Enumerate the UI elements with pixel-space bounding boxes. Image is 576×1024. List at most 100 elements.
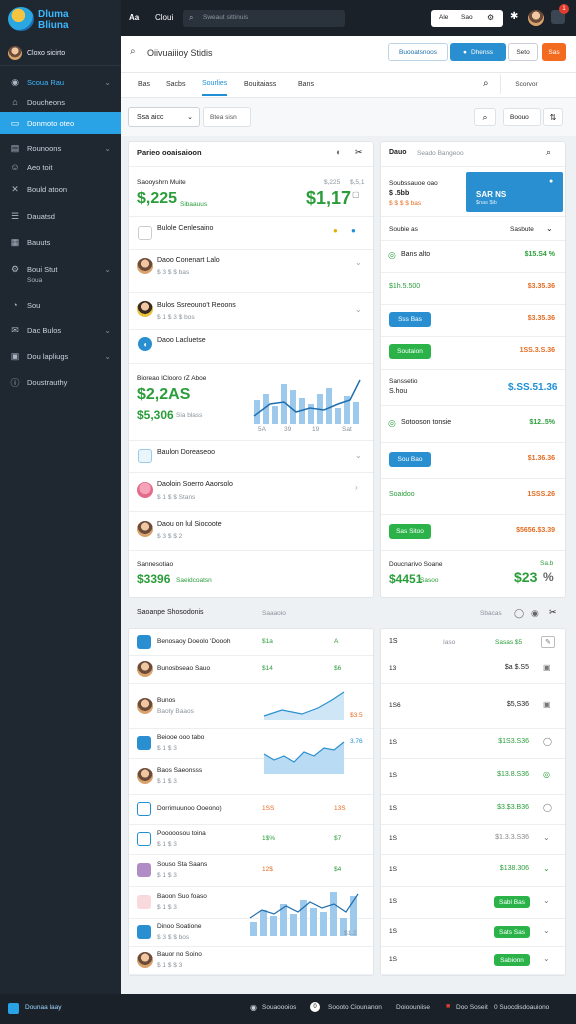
header-outline-button[interactable]: Buooatsnoos [388, 43, 448, 61]
footer-item-2[interactable]: Soooto Ciounanon [328, 1004, 382, 1011]
settings-icon[interactable]: ⚙ [487, 13, 494, 22]
tools-icon[interactable]: ✂ [355, 147, 363, 158]
chevron-down-icon[interactable]: ⌄ [546, 224, 553, 233]
right-row[interactable]: Soutaion 1SS.3.S.36 [381, 336, 565, 368]
table-row[interactable]: 1S $1.3.3.S36 ⌄ [381, 824, 565, 854]
row-pill-button[interactable]: Sas Sitoo [389, 524, 431, 539]
table-row[interactable]: 1S6 $5,S36 ▣ [381, 683, 565, 728]
list-item[interactable]: Baulon Doreaseoo ⌄ [129, 442, 373, 470]
search-icon[interactable]: ⌕ [483, 78, 489, 89]
table-row[interactable]: 1S Sats Sas ⌄ [381, 918, 565, 946]
search-icon[interactable]: ⌕ [546, 147, 551, 158]
tabs-right-label[interactable]: Scorvor [500, 74, 552, 94]
right-row[interactable]: Sas Sitoo $5656.$3.39 [381, 514, 565, 550]
row-pill-button[interactable]: Soutaion [389, 344, 431, 359]
row-pill-button[interactable]: Sats Sas [494, 926, 530, 938]
top-button-2[interactable]: Sao [461, 14, 473, 21]
table-row[interactable]: Benosaoy Doeolo 'Doooh $1a A [129, 629, 373, 655]
list-item[interactable]: ◖ Daoo Lacluetse [129, 330, 373, 360]
footer-item-5[interactable]: 0 Suocdisdoauiono [494, 1004, 549, 1011]
row-action-icon[interactable]: ▣ [543, 700, 551, 709]
tab-4[interactable]: Bouitaiass [244, 72, 276, 96]
sidebar-item-9[interactable]: ⚙ Boui Stut ⌄ [0, 258, 121, 280]
table-row[interactable]: 1S $1S3.S36 ◯ [381, 728, 565, 758]
footer-item-1[interactable]: Souaoooios [262, 1004, 296, 1011]
table-row[interactable]: 13 $a $.S5 ▣ [381, 655, 565, 683]
row-action-icon[interactable]: ⌄ [543, 896, 550, 905]
row-action-icon[interactable]: ⌄ [543, 833, 550, 842]
sidebar-item-2[interactable]: ⌂ Doucheons [0, 91, 121, 113]
table-row[interactable]: 1S $13.8.S36 ◎ [381, 758, 565, 794]
header-primary-button[interactable]: ● Dhenss [450, 43, 506, 61]
right-row[interactable]: Sss Bas $3.35.36 [381, 304, 565, 336]
table-row[interactable]: Pooooosou toina $ 1 $ 3 1$% $7 [129, 824, 373, 854]
settings-icon[interactable]: ◉ [531, 608, 539, 619]
row-action-icon[interactable]: ◯ [543, 737, 552, 746]
right-row[interactable]: Sou Bao $1.36.36 [381, 442, 565, 478]
info-icon[interactable]: ◯ [514, 608, 524, 619]
right-row[interactable]: ◎ Bans alto $15.S4 % [381, 240, 565, 272]
sidebar-item-3[interactable]: ▭ Donmoto oteo [0, 112, 121, 134]
sidebar-item-5[interactable]: ☺ Aeo toit [0, 156, 121, 178]
right-row[interactable]: ◎ Sotooson tonsie $12..5% [381, 406, 565, 442]
table-row[interactable]: Bunosbseao Sauo $14 $6 [129, 655, 373, 683]
row-action-icon[interactable]: ⌄ [543, 864, 550, 873]
list-item[interactable]: Bulos Ssreouno't Reoons $ 1 $ 3 $ bos ⌄ [129, 293, 373, 328]
copy-icon[interactable]: ▢ [352, 190, 360, 199]
sidebar-item-11[interactable]: ✉ Dac Bulos ⌄ [0, 319, 121, 341]
list-item[interactable]: Daou on lul Siocoote $ 3 $ $ 2 [129, 512, 373, 548]
row-action-icon[interactable]: ⌄ [543, 926, 550, 935]
user-profile[interactable]: Cloxo sicirto [0, 42, 121, 66]
table-row[interactable]: 1S $138.306 ⌄ [381, 854, 565, 886]
row-action-icon[interactable]: ◎ [543, 770, 550, 779]
row-action-icon[interactable]: ▣ [543, 663, 551, 672]
sidebar-item-6[interactable]: ✕ Bould atoon [0, 178, 121, 200]
search-input[interactable]: Sweaut sittinuis [203, 14, 248, 21]
user-avatar[interactable] [528, 10, 544, 26]
sidebar-item-8[interactable]: ▦ Bauuts [0, 231, 121, 253]
tab-1[interactable]: Bas [138, 72, 150, 96]
tab-3[interactable]: Sourlies [202, 72, 228, 96]
header-plain-button[interactable]: Seto [508, 43, 538, 61]
tab-2[interactable]: Sacbs [166, 72, 185, 96]
list-item[interactable]: Daoo Conenart Lalo $ 3 $ $ bas ⌄ [129, 250, 373, 285]
sort-icon[interactable]: ⇅ [543, 108, 563, 126]
row-action-icon[interactable]: ◯ [543, 803, 552, 812]
top-button-1[interactable]: Ale [439, 14, 448, 21]
sidebar-item-10[interactable]: ◔ Sou [0, 294, 121, 316]
footer-left[interactable]: Dounaa laay [25, 1004, 62, 1011]
footer-item-3[interactable]: Doioouniise [396, 1004, 430, 1011]
row-pill-button[interactable]: Sabionn [494, 954, 530, 966]
footer-item-4[interactable]: Doo Soseit [456, 1004, 488, 1011]
tools-icon[interactable]: ✂ [549, 607, 557, 618]
search-box[interactable]: ⌕ Sweaut sittinuis [183, 10, 345, 27]
list-item[interactable]: Bulole Cenlesaino ● ● [129, 218, 373, 248]
row-pill-button[interactable]: Sss Bas [389, 312, 431, 327]
sidebar-item-7[interactable]: ☰ Dauatsd [0, 205, 121, 227]
right-row[interactable]: $1h.5.500 $3.35.36 [381, 272, 565, 304]
table-row[interactable]: 1S Sabl Bas ⌄ [381, 886, 565, 918]
table-row[interactable]: Bauor no Soino $ 1 $ $ 3 [129, 946, 373, 974]
table-row[interactable]: 1S Sabionn ⌄ [381, 946, 565, 974]
table-row[interactable]: Souso Sta Saans $ 1 $ 3 12$ $4 [129, 854, 373, 886]
filter-select-2[interactable]: Btea sisn [203, 107, 251, 127]
sidebar-item-13[interactable]: ⓘ Doustrauthy [0, 371, 121, 393]
blue-highlight-box[interactable]: SAR NS $nas $ib ● [466, 172, 563, 212]
sidebar-item-1[interactable]: ◉ Scoua Rau ⌄ [0, 71, 121, 93]
edit-icon[interactable]: ✎ [541, 636, 555, 648]
right-row[interactable]: Soaidoo 1SSS.26 [381, 478, 565, 514]
info-icon[interactable]: ◐ [336, 147, 341, 157]
filter-select-3[interactable]: Boouo [503, 108, 541, 126]
table-row[interactable]: Dorrimuunoo Ooeono) 1SS 13S [129, 794, 373, 824]
table-row[interactable]: 1S $3.$3.B36 ◯ [381, 794, 565, 824]
filter-select-1[interactable]: Ssa aicc ⌄ [128, 107, 200, 127]
top-menu-1[interactable]: Aa [129, 13, 139, 22]
row-pill-button[interactable]: Sabl Bas [494, 896, 530, 908]
sidebar-item-12[interactable]: ▣ Dou lapliugs ⌄ [0, 345, 121, 367]
header-orange-button[interactable]: Sas [542, 43, 566, 61]
list-item[interactable]: Daoloin Soerro Aaorsolo $ 1 $ $ Stans › [129, 473, 373, 509]
row-action-icon[interactable]: ⌄ [543, 954, 550, 963]
bell-icon[interactable]: ✱ [510, 11, 518, 22]
tab-5[interactable]: Bans [298, 72, 314, 96]
right-tab-1[interactable]: Dauo [389, 149, 407, 156]
